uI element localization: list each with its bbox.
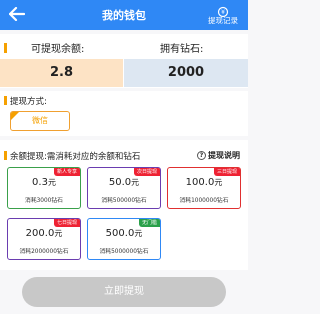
section-marker — [4, 151, 7, 160]
withdraw-now-button[interactable]: 立即提现 — [22, 277, 226, 307]
option-amount-value: 50.0 — [108, 177, 132, 188]
method-heading-label: 提现方式: — [10, 97, 47, 107]
option-amount-unit: 元 — [47, 178, 56, 187]
option-amount-value: 500.0 — [105, 228, 135, 239]
option-cost: 消耗5000000钻石 — [99, 249, 149, 255]
withdrawable-value: 2.8 — [0, 59, 123, 87]
wechat-option[interactable]: ✓ 微信 — [10, 111, 70, 131]
withdrawable-label: 可提现余额: — [31, 44, 85, 55]
amount-option[interactable]: 无门槛 500.0元 消耗5000000钻石 — [87, 218, 161, 260]
check-icon: ✓ — [12, 116, 17, 122]
explain-label: 提现说明 — [208, 151, 240, 160]
money-bag-icon: ¥ — [202, 2, 244, 18]
question-icon: ? — [197, 151, 206, 160]
option-amount: 100.0元 — [168, 177, 240, 188]
section-marker — [4, 43, 7, 53]
option-amount-value: 100.0 — [185, 177, 215, 188]
amount-option[interactable]: 新人专享 0.3元 消耗3000钻石 — [7, 167, 81, 209]
wechat-label: 微信 — [32, 116, 48, 125]
option-amount-unit: 元 — [134, 229, 143, 238]
option-cost: 消耗500000钻石 — [101, 198, 147, 204]
balance-panel: 可提现余额: 拥有钻石: 2.8 2000 — [0, 34, 248, 88]
top-bar: 我的钱包 ¥ 提现记录 — [0, 0, 248, 30]
option-cost: 消耗2000000钻石 — [19, 249, 69, 255]
amount-option[interactable]: 次日提现 50.0元 消耗500000钻石 — [87, 167, 161, 209]
option-amount-value: 200.0 — [25, 228, 55, 239]
option-cost: 消耗3000钻石 — [25, 198, 63, 204]
amount-heading-label: 余额提现:需消耗对应的余额和钻石 — [10, 152, 141, 162]
amount-option[interactable]: 七日提现 200.0元 消耗2000000钻石 — [7, 218, 81, 260]
option-tag: 三日提现 — [213, 168, 240, 176]
withdrawable-heading: 可提现余额: — [4, 40, 84, 55]
option-amount: 200.0元 — [8, 228, 80, 239]
withdraw-records-label: 提现记录 — [208, 16, 238, 25]
option-amount: 50.0元 — [88, 177, 160, 188]
diamonds-label: 拥有钻石: — [160, 44, 204, 55]
option-amount-value: 0.3 — [32, 177, 48, 188]
option-tag: 新人专享 — [53, 168, 80, 176]
option-amount-unit: 元 — [214, 178, 223, 187]
section-marker — [4, 96, 7, 105]
option-amount-unit: 元 — [131, 178, 140, 187]
option-amount: 500.0元 — [88, 228, 160, 239]
option-tag: 次日提现 — [133, 168, 160, 176]
option-cost: 消耗1000000钻石 — [179, 198, 229, 204]
diamonds-value: 2000 — [124, 59, 248, 87]
option-amount-unit: 元 — [54, 229, 63, 238]
option-amount: 0.3元 — [8, 177, 80, 188]
amount-option[interactable]: 三日提现 100.0元 消耗1000000钻石 — [167, 167, 241, 209]
withdraw-records-button[interactable]: ¥ 提现记录 — [202, 2, 244, 28]
amount-heading: 余额提现:需消耗对应的余额和钻石 — [4, 150, 140, 162]
withdraw-explain-link[interactable]: ? 提现说明 — [197, 150, 240, 161]
method-heading: 提现方式: — [4, 95, 47, 107]
option-tag: 无门槛 — [138, 219, 160, 227]
option-tag: 七日提现 — [53, 219, 80, 227]
